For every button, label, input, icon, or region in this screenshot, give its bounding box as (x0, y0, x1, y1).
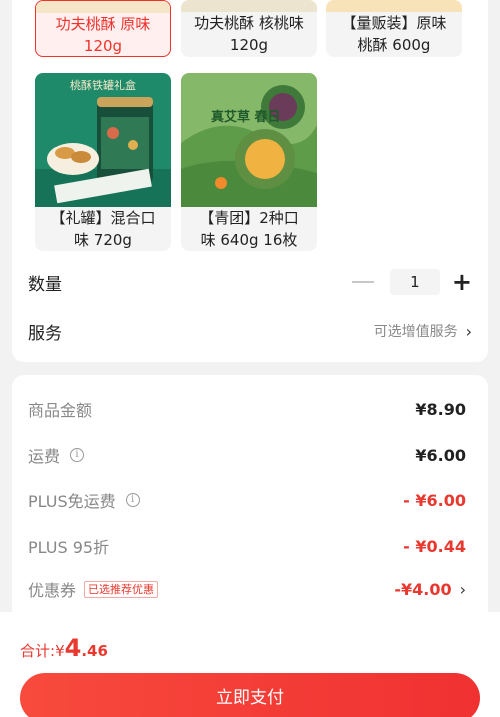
info-icon[interactable]: i (125, 493, 140, 507)
variant-label: 桃酥 600g (357, 36, 431, 54)
variant-label: 【量贩装】原味 (341, 14, 447, 32)
coupon-row[interactable]: 优惠券 已选推荐优惠 -¥4.00 › (28, 577, 466, 601)
plus-discount-label: PLUS 95折 (28, 538, 110, 557)
variant-option-walnut-120g[interactable]: 功夫桃酥 核桃味 120g (181, 0, 317, 57)
variant-label: 味 720g (74, 231, 132, 249)
total-currency: ¥ (55, 642, 65, 660)
total-integer: 4 (64, 634, 82, 662)
plus-free-shipping-value: - ¥6.00 (403, 490, 466, 510)
goods-amount-value: ¥8.90 (415, 399, 466, 419)
plus-discount-value: - ¥0.44 (403, 536, 466, 556)
coupon-label: 优惠券 (28, 581, 77, 600)
variant-option-qingtuan-640g[interactable]: 真艾草 春日 【青团】2种口 味 640g 16枚 (181, 73, 317, 251)
recommended-coupon-badge: 已选推荐优惠 (84, 580, 159, 598)
variant-label: 功夫桃酥 原味 (55, 15, 151, 33)
variant-option-gift-tin-720g[interactable]: 桃酥铁罐礼盒 【礼罐】混合口 味 720g (35, 73, 171, 251)
goods-amount-label: 商品金额 (28, 401, 93, 420)
svg-text:真艾草 春日: 真艾草 春日 (211, 109, 281, 125)
variant-label: 120g (229, 36, 269, 54)
order-total: 合计: ¥ 4 .46 (20, 634, 108, 662)
variant-label: 【礼罐】混合口 (50, 209, 156, 227)
total-decimal: .46 (81, 642, 108, 660)
pay-now-button[interactable]: 立即支付 (20, 673, 480, 717)
shipping-value: ¥6.00 (415, 445, 466, 465)
goods-amount-row: 商品金额 ¥8.90 (28, 397, 466, 421)
svg-text:桃酥铁罐礼盒: 桃酥铁罐礼盒 (70, 78, 136, 92)
product-image-qingtuan: 真艾草 春日 (181, 73, 317, 207)
checkout-bar: 合计: ¥ 4 .46 立即支付 (0, 612, 500, 717)
service-label: 服务 (28, 323, 62, 344)
chevron-right-icon: › (465, 321, 472, 341)
increment-button[interactable]: + (452, 270, 472, 294)
info-icon[interactable]: i (70, 448, 85, 462)
chevron-right-icon: › (459, 579, 466, 599)
variant-option-bulk-600g[interactable]: 【量贩装】原味 桃酥 600g (326, 0, 462, 57)
quantity-label: 数量 (28, 274, 62, 295)
quantity-input[interactable]: 1 (389, 269, 440, 295)
service-hint: 可选增值服务 (373, 324, 458, 340)
variant-label: 120g (83, 37, 123, 55)
price-breakdown-card: 商品金额 ¥8.90 运费 i ¥6.00 PLUS免运费 i - ¥6.00 … (12, 375, 488, 625)
variant-label: 味 640g 16枚 (200, 231, 298, 249)
coupon-value: -¥4.00 (394, 579, 452, 599)
plus-discount-row: PLUS 95折 - ¥0.44 (28, 534, 466, 558)
variant-label: 【青团】2种口 (199, 209, 299, 227)
variant-label: 功夫桃酥 核桃味 (194, 14, 304, 32)
decrement-button[interactable] (351, 281, 374, 283)
plus-free-shipping-row: PLUS免运费 i - ¥6.00 (28, 488, 466, 512)
total-label: 合计: (20, 642, 56, 660)
quantity-stepper: 1 + (351, 269, 472, 295)
product-image-gift-tin: 桃酥铁罐礼盒 (35, 73, 171, 207)
plus-free-shipping-label: PLUS免运费 (28, 492, 116, 511)
variant-option-original-120g[interactable]: 功夫桃酥 原味 120g (35, 0, 171, 57)
shipping-label: 运费 (28, 447, 61, 466)
quantity-row: 数量 1 + (28, 268, 472, 296)
shipping-row: 运费 i ¥6.00 (28, 443, 466, 467)
service-row[interactable]: 服务 可选增值服务 › (28, 318, 472, 344)
